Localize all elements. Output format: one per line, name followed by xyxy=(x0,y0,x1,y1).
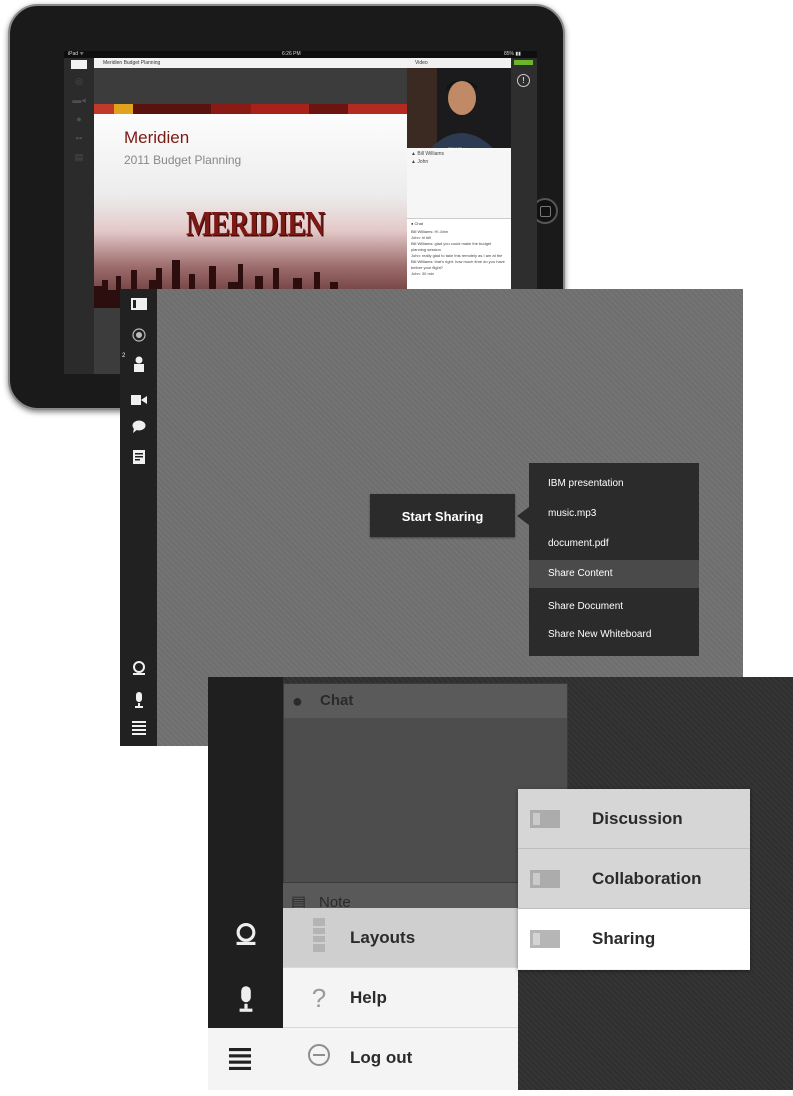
chat-label: Chat xyxy=(414,221,423,226)
connection-status-bar xyxy=(514,60,533,65)
video-icon[interactable] xyxy=(120,392,157,410)
start-sharing-button[interactable]: Start Sharing xyxy=(370,494,515,537)
attendee-item[interactable]: ▲ John xyxy=(411,158,444,166)
menu-item-label: Layouts xyxy=(350,928,416,947)
share-item-document[interactable]: document.pdf xyxy=(529,530,699,558)
chat-title: Chat xyxy=(320,692,354,709)
attendees-icon[interactable]: ▪▪ xyxy=(71,134,87,143)
share-whiteboard-item[interactable]: Share New Whiteboard xyxy=(529,621,699,649)
main-menu: Layouts ? Help Log out xyxy=(283,908,518,1090)
webcam-icon[interactable] xyxy=(208,923,283,950)
person-video-image xyxy=(407,68,511,148)
sharing-layout-icon xyxy=(530,930,560,948)
share-menu: IBM presentation music.mp3 document.pdf … xyxy=(529,463,699,656)
chat-icon: ● xyxy=(292,691,303,711)
layout-option-label: Collaboration xyxy=(592,869,702,888)
microphone-icon[interactable] xyxy=(208,986,283,1017)
attendee-name: John xyxy=(417,159,429,165)
meeting-title: Meridien Budget Planning xyxy=(103,60,161,66)
slide-subtitle: 2011 Budget Planning xyxy=(124,153,242,167)
chat-message: Bill Williams: that's right. how much ti… xyxy=(411,259,505,270)
video-label: Video xyxy=(415,60,428,66)
meridien-logo: MERIDIEN xyxy=(186,205,325,244)
chat-log: Bill Williams: Hi John John: hi bill Bil… xyxy=(407,229,511,277)
sidebar: 2 xyxy=(120,289,157,746)
chat-message: John: 30 min xyxy=(411,271,434,276)
menu-item-logout[interactable]: Log out xyxy=(283,1028,518,1088)
chat-panel-title: ● Chat xyxy=(284,684,567,718)
video-feed[interactable]: Bill Williams xyxy=(407,68,511,151)
logout-icon xyxy=(301,1038,337,1078)
chat-header: ● Chat xyxy=(411,221,423,226)
layout-option-sharing[interactable]: Sharing xyxy=(518,909,750,969)
chat-message: Bill Williams: glad you could make the b… xyxy=(411,241,492,252)
layout-option-label: Discussion xyxy=(592,809,683,828)
help-icon: ? xyxy=(311,983,327,1013)
menu-pointer xyxy=(517,507,529,525)
layout-icon[interactable] xyxy=(71,60,87,69)
note-icon[interactable]: ▤ xyxy=(71,153,87,162)
microphone-icon[interactable] xyxy=(120,692,157,713)
collaboration-layout-icon xyxy=(530,870,560,888)
layouts-icon xyxy=(301,918,337,958)
layouts-view: ● Chat ▤ Note Layouts ? Help Log out Dis… xyxy=(208,677,793,1090)
attendee-item[interactable]: ▲ Bill Williams xyxy=(411,150,444,158)
menu-icon[interactable] xyxy=(120,721,157,740)
layout-option-discussion[interactable]: Discussion xyxy=(518,789,750,849)
activity-icon[interactable]: ◎ xyxy=(71,77,87,86)
mini-sidebar: ◎ ▬◂ ● ▪▪ ▤ xyxy=(64,58,94,374)
menu-item-label: Help xyxy=(350,988,387,1007)
slide-title: Meridien xyxy=(124,128,190,147)
activity-icon[interactable] xyxy=(120,328,157,347)
carrier-wifi-status: iPad ᯤ xyxy=(68,51,84,57)
slide-card: Meridien 2011 Budget Planning MERIDIEN xyxy=(94,104,407,308)
menu-icon xyxy=(229,1048,251,1070)
alert-icon[interactable]: ! xyxy=(517,74,530,87)
clock: 6:26 PM xyxy=(282,51,301,57)
share-document-item[interactable]: Share Document xyxy=(529,593,699,621)
video-icon[interactable]: ▬◂ xyxy=(71,96,87,105)
layout-icon[interactable] xyxy=(120,297,157,315)
menu-item-label: Log out xyxy=(350,1048,413,1067)
slide-color-stripe xyxy=(94,104,407,114)
layout-option-collaboration[interactable]: Collaboration xyxy=(518,849,750,909)
attendee-count-badge: 2 xyxy=(122,353,126,359)
share-item-ibm-presentation[interactable]: IBM presentation xyxy=(529,470,699,498)
webcam-icon[interactable] xyxy=(120,661,157,680)
menu-button-active[interactable] xyxy=(208,1028,283,1090)
menu-item-layouts[interactable]: Layouts xyxy=(283,908,518,968)
status-bar: iPad ᯤ 6:26 PM 85% ▮▮ xyxy=(64,51,537,58)
attendee-name: Bill Williams xyxy=(417,151,445,157)
share-content-item[interactable]: Share Content xyxy=(529,560,699,588)
discussion-layout-icon xyxy=(530,810,560,828)
meeting-title-bar: Meridien Budget Planning xyxy=(94,58,407,68)
layouts-submenu: Discussion Collaboration Sharing xyxy=(518,789,750,970)
sidebar xyxy=(208,677,283,1090)
video-panel-title: Video xyxy=(407,58,511,68)
note-icon[interactable] xyxy=(120,450,157,469)
layout-option-label: Sharing xyxy=(592,929,656,948)
chat-icon[interactable] xyxy=(120,420,157,438)
attendees-icon[interactable]: 2 xyxy=(120,353,157,377)
menu-item-help[interactable]: ? Help xyxy=(283,968,518,1028)
battery-status: 85% ▮▮ xyxy=(504,51,521,57)
attendee-list: ▲ Bill Williams ▲ John xyxy=(411,150,444,166)
chat-icon[interactable]: ● xyxy=(71,115,87,124)
share-item-music[interactable]: music.mp3 xyxy=(529,500,699,528)
